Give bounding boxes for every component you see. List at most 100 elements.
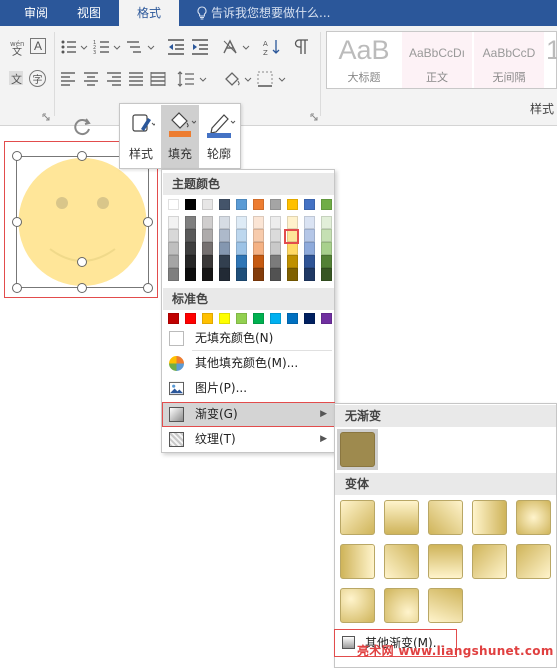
gradient-variant-swatch[interactable] — [340, 544, 375, 579]
gradient-variant-swatch[interactable] — [384, 500, 419, 535]
standard-color-swatch[interactable] — [253, 313, 264, 324]
more-fill-colors-option[interactable]: 其他填充颜色(M)... — [163, 352, 334, 375]
theme-shade-swatch[interactable] — [304, 229, 315, 242]
style-no-spacing[interactable]: AaBbCcD 无间隔 — [474, 32, 544, 88]
gradient-variant-swatch[interactable] — [384, 544, 419, 579]
standard-color-swatch[interactable] — [287, 313, 298, 324]
theme-shade-swatch[interactable] — [304, 255, 315, 268]
gradient-variant-swatch[interactable] — [516, 500, 551, 535]
theme-shade-swatch[interactable] — [168, 242, 179, 255]
numbering-icon[interactable]: 123 — [93, 38, 123, 56]
align-center-icon[interactable] — [83, 71, 99, 87]
resize-handle-bottom-right[interactable] — [143, 283, 153, 293]
theme-shade-swatch[interactable] — [185, 242, 196, 255]
theme-shade-swatch[interactable] — [287, 268, 298, 281]
borders-icon[interactable] — [256, 70, 288, 88]
theme-shade-swatch[interactable] — [236, 229, 247, 242]
theme-shade-swatch[interactable] — [304, 242, 315, 255]
resize-handle-right[interactable] — [143, 217, 153, 227]
theme-shade-swatch[interactable] — [236, 255, 247, 268]
paragraph-shading-icon[interactable] — [222, 70, 254, 88]
bullets-icon[interactable] — [60, 38, 90, 56]
standard-color-swatch[interactable] — [304, 313, 315, 324]
theme-shade-swatch[interactable] — [270, 216, 281, 229]
theme-shade-swatch[interactable] — [321, 268, 332, 281]
gradient-variant-swatch[interactable] — [472, 544, 507, 579]
adjustment-handle[interactable] — [77, 257, 87, 267]
theme-shade-swatch[interactable] — [321, 242, 332, 255]
theme-shade-swatch[interactable] — [202, 268, 213, 281]
theme-shade-swatch[interactable] — [270, 255, 281, 268]
phonetic-guide-icon[interactable]: wén 文 — [8, 38, 26, 56]
theme-shade-swatch[interactable] — [253, 268, 264, 281]
theme-shade-swatch[interactable] — [253, 216, 264, 229]
style-normal[interactable]: AaBbCcDı 正文 — [402, 32, 472, 88]
theme-shade-swatch[interactable] — [253, 229, 264, 242]
gradient-variant-swatch[interactable] — [516, 544, 551, 579]
tab-review[interactable]: 审阅 — [6, 0, 66, 26]
standard-color-swatch[interactable] — [219, 313, 230, 324]
theme-color-swatch[interactable] — [202, 199, 213, 210]
theme-shade-swatch[interactable] — [304, 268, 315, 281]
picture-fill-option[interactable]: 图片(P)... — [163, 377, 334, 400]
no-gradient-option[interactable] — [337, 429, 378, 470]
theme-shade-swatch[interactable] — [287, 255, 298, 268]
smiley-face-shape[interactable] — [17, 157, 148, 287]
theme-shade-swatch[interactable] — [236, 216, 247, 229]
chinese-layout-icon[interactable] — [222, 38, 252, 56]
resize-handle-top-left[interactable] — [12, 151, 22, 161]
theme-shade-swatch[interactable] — [202, 255, 213, 268]
decrease-indent-icon[interactable] — [167, 38, 185, 56]
align-right-icon[interactable] — [106, 71, 122, 87]
theme-shade-swatch[interactable] — [304, 216, 315, 229]
theme-shade-swatch[interactable] — [185, 229, 196, 242]
standard-color-swatch[interactable] — [168, 313, 179, 324]
theme-shade-swatch[interactable] — [219, 268, 230, 281]
theme-shade-swatch[interactable] — [253, 255, 264, 268]
resize-handle-bottom-left[interactable] — [12, 283, 22, 293]
theme-shade-swatch[interactable] — [270, 268, 281, 281]
show-formatting-marks-icon[interactable] — [292, 38, 310, 56]
theme-shade-swatch[interactable] — [202, 216, 213, 229]
character-border-icon[interactable]: A — [30, 38, 46, 54]
shape-fill-button[interactable]: 填充 — [161, 105, 199, 168]
theme-color-swatch[interactable] — [219, 199, 230, 210]
theme-shade-swatch[interactable] — [185, 268, 196, 281]
texture-fill-option[interactable]: 纹理(T) ▶ — [163, 428, 334, 451]
theme-shade-swatch[interactable] — [287, 216, 298, 229]
gradient-variant-swatch[interactable] — [340, 500, 375, 535]
theme-color-swatch[interactable] — [270, 199, 281, 210]
standard-color-swatch[interactable] — [202, 313, 213, 324]
gradient-variant-swatch[interactable] — [428, 544, 463, 579]
style-partial[interactable]: 1 — [546, 32, 557, 88]
theme-shade-swatch[interactable] — [321, 229, 332, 242]
multilevel-list-icon[interactable] — [126, 38, 158, 56]
shape-style-button[interactable]: 样式 — [122, 105, 160, 168]
rotate-handle-icon[interactable] — [73, 117, 93, 137]
theme-color-swatch[interactable] — [185, 199, 196, 210]
no-fill-option[interactable]: 无填充颜色(N) — [163, 327, 334, 350]
theme-color-swatch[interactable] — [253, 199, 264, 210]
standard-color-swatch[interactable] — [236, 313, 247, 324]
theme-color-swatch[interactable] — [287, 199, 298, 210]
theme-shade-swatch[interactable] — [253, 242, 264, 255]
gradient-fill-option[interactable]: 渐变(G) ▶ — [162, 402, 335, 427]
theme-shade-swatch[interactable] — [270, 229, 281, 242]
theme-shade-swatch[interactable] — [168, 255, 179, 268]
gradient-variant-swatch[interactable] — [428, 500, 463, 535]
sort-icon[interactable]: AZ — [263, 38, 281, 56]
paragraph-dialog-launcher-icon[interactable] — [310, 110, 318, 121]
theme-color-swatch[interactable] — [168, 199, 179, 210]
tab-format[interactable]: 格式 — [119, 0, 179, 26]
theme-shade-swatch[interactable] — [168, 268, 179, 281]
theme-shade-swatch[interactable] — [202, 242, 213, 255]
theme-shade-swatch[interactable] — [168, 229, 179, 242]
theme-shade-swatch[interactable] — [185, 255, 196, 268]
theme-shade-swatch[interactable] — [168, 216, 179, 229]
justify-icon[interactable] — [128, 71, 144, 87]
gradient-variant-swatch[interactable] — [428, 588, 463, 623]
shape-outline-button[interactable]: 轮廓 — [200, 105, 238, 168]
character-shading-icon[interactable]: 文 — [8, 70, 24, 86]
distributed-icon[interactable] — [150, 71, 166, 87]
theme-shade-swatch[interactable] — [185, 216, 196, 229]
